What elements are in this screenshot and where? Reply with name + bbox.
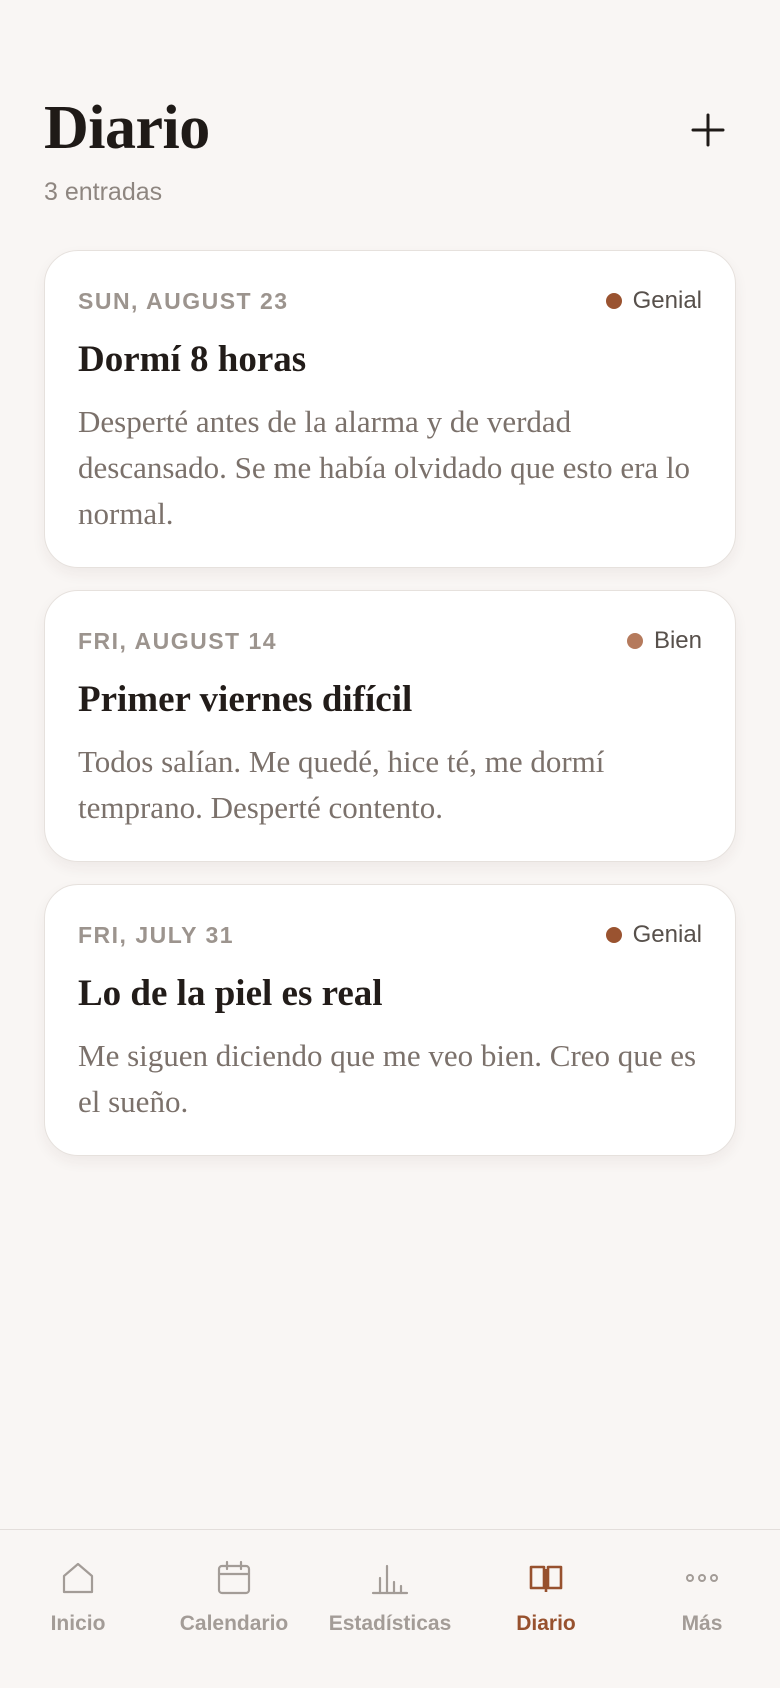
more-dots-icon bbox=[682, 1558, 722, 1598]
entry-meta: FRI, JULY 31 Genial bbox=[78, 919, 702, 951]
entry-body: Todos salían. Me quedé, hice té, me dorm… bbox=[78, 744, 605, 825]
tab-mas[interactable]: Más bbox=[624, 1530, 780, 1688]
add-entry-button[interactable] bbox=[680, 102, 736, 158]
entry-date: SUN, AUGUST 23 bbox=[78, 287, 289, 314]
mood-dot bbox=[605, 293, 622, 309]
tab-label: Inicio bbox=[50, 1612, 106, 1635]
home-icon bbox=[58, 1558, 98, 1598]
tab-inicio[interactable]: Inicio bbox=[0, 1530, 156, 1688]
entry-meta: SUN, AUGUST 23 Genial bbox=[78, 285, 702, 317]
entry-date: FRI, AUGUST 14 bbox=[78, 627, 278, 654]
mood-dot bbox=[605, 927, 622, 943]
bar-chart-icon bbox=[370, 1558, 410, 1598]
mood-badge: Genial bbox=[605, 287, 702, 315]
mood-label: Bien bbox=[653, 627, 702, 654]
entry-title: Lo de la piel es real bbox=[78, 973, 383, 1014]
plus-icon bbox=[691, 113, 725, 147]
calendar-icon bbox=[214, 1558, 254, 1598]
entry-count: 3 entradas bbox=[44, 178, 163, 206]
entry-date: FRI, JULY 31 bbox=[78, 921, 235, 948]
entry-card[interactable]: SUN, AUGUST 23 Genial Dormí 8 horas Desp… bbox=[44, 250, 736, 568]
header: Diario 3 entradas bbox=[44, 92, 736, 207]
tab-label: Estadísticas bbox=[328, 1612, 452, 1635]
entry-card[interactable]: FRI, JULY 31 Genial Lo de la piel es rea… bbox=[44, 884, 736, 1156]
tab-estadisticas[interactable]: Estadísticas bbox=[312, 1530, 468, 1688]
journal-screen: Diario 3 entradas SUN, AUGUST 23 Genial … bbox=[0, 0, 780, 1688]
tab-calendario[interactable]: Calendario bbox=[156, 1530, 312, 1688]
mood-dot bbox=[626, 633, 643, 649]
tab-label: Más bbox=[681, 1612, 723, 1635]
tab-label: Diario bbox=[516, 1612, 576, 1635]
mood-badge: Genial bbox=[605, 921, 702, 949]
entry-body: Me siguen diciendo que me veo bien. Creo… bbox=[78, 1038, 697, 1119]
tab-diario[interactable]: Diario bbox=[468, 1530, 624, 1688]
tab-label: Calendario bbox=[179, 1612, 289, 1635]
entry-card[interactable]: FRI, AUGUST 14 Bien Primer viernes difíc… bbox=[44, 590, 736, 862]
entries-list: SUN, AUGUST 23 Genial Dormí 8 horas Desp… bbox=[44, 250, 736, 1156]
open-book-icon bbox=[526, 1558, 566, 1598]
entry-body: Desperté antes de la alarma y de verdad … bbox=[78, 404, 691, 531]
entry-meta: FRI, AUGUST 14 Bien bbox=[78, 625, 702, 657]
entry-title: Dormí 8 horas bbox=[78, 339, 307, 380]
mood-label: Genial bbox=[632, 287, 702, 314]
mood-label: Genial bbox=[632, 921, 702, 948]
mood-badge: Bien bbox=[626, 627, 702, 655]
page-title: Diario bbox=[44, 94, 210, 162]
entry-title: Primer viernes difícil bbox=[78, 679, 413, 720]
bottom-tab-bar: Inicio Calendario Estadísticas Diario Má… bbox=[0, 1529, 780, 1688]
